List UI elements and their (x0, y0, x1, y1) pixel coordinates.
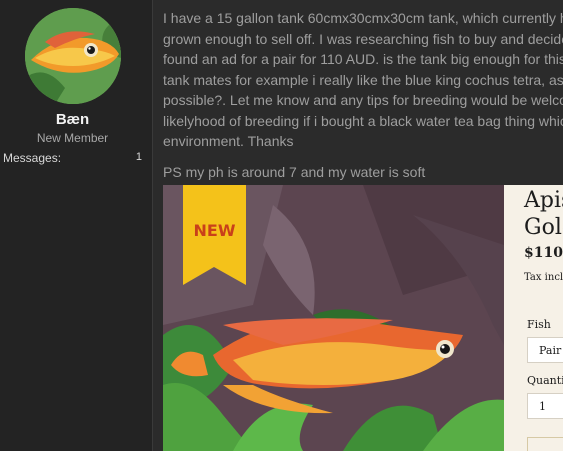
fish-avatar-icon[interactable] (25, 8, 121, 104)
post-body: I have a 15 gallon tank 60cmx30cmx30cm t… (163, 8, 563, 152)
add-to-cart-button[interactable] (527, 437, 563, 451)
fish-option-select[interactable]: Pair (527, 337, 563, 363)
author-sidebar: Bæn New Member Messages: 1 (0, 0, 153, 451)
product-title: Apis Gold (524, 187, 563, 241)
fish-product-photo: NEW (163, 185, 504, 451)
post-line: possible?. Let me know and any tips for … (163, 92, 563, 108)
author-name[interactable]: Bæn (0, 111, 145, 128)
post-line: found an ad for a pair for 110 AUD. is t… (163, 51, 563, 67)
attached-product-screenshot[interactable]: NEW Apis Gold $110. Tax inclu Fish Pair … (163, 185, 563, 451)
author-title: New Member (36, 131, 109, 145)
messages-label: Messages: (3, 151, 62, 165)
tax-note: Tax inclu (524, 272, 563, 283)
quantity-label: Quanti (527, 374, 563, 387)
post-line: tank mates for example i really like the… (163, 71, 563, 88)
product-title-line: Apis (524, 188, 563, 213)
post-line: likelyhood of breeding if i bought a bla… (163, 112, 563, 129)
post-line: grown enough to sell off. I was research… (163, 30, 563, 47)
new-badge-text: NEW (194, 221, 236, 240)
messages-count: 1 (135, 151, 142, 163)
post-ps-line: PS my ph is around 7 and my water is sof… (163, 164, 426, 180)
product-price: $110. (524, 245, 563, 261)
quantity-input[interactable]: 1 (527, 393, 563, 419)
product-title-line: Gold (524, 215, 563, 240)
product-details-panel: Apis Gold $110. Tax inclu Fish Pair Quan… (504, 185, 563, 451)
post-line: I have a 15 gallon tank 60cmx30cmx30cm t… (163, 10, 563, 26)
post-line: environment. Thanks (163, 133, 294, 149)
fish-option-label: Fish (527, 318, 551, 331)
